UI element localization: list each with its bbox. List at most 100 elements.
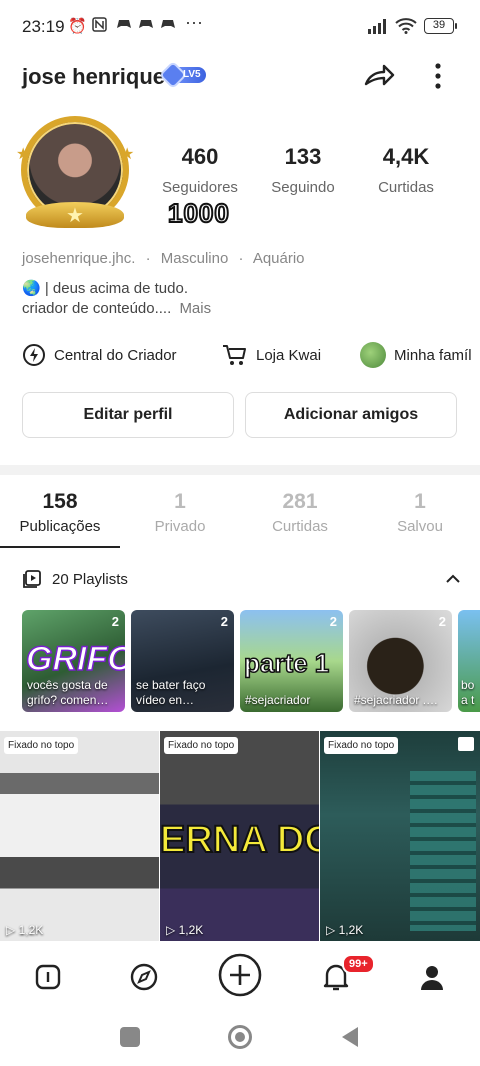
tab-label: Curtidas [272,518,328,535]
tab-count: 1 [174,490,186,513]
wifi-icon [395,17,417,39]
views-count: 1,2K [178,923,204,937]
profile-meta: josehenrique.jhc. · Masculino · Aquário [22,250,305,267]
tab-publications[interactable]: 158 Publicações [0,490,120,535]
family-avatar-icon [360,342,386,368]
tab-label: Publicações [19,518,101,535]
recents-icon[interactable] [120,1027,140,1047]
game-icon [116,17,132,35]
playlist-caption: #sejacriador [245,693,311,707]
playlist-caption: vocês gosta de grifo? comen… [27,678,109,707]
more-icon: ··· [185,12,203,32]
video-views: ▷ 1,2K [326,923,363,937]
video-thumbnail-panel [410,771,476,931]
star-icon: ★ [120,146,135,163]
handle: josehenrique.jhc. [22,250,136,267]
tab-likes[interactable]: 281 Curtidas [240,490,360,535]
playlists-title: 20 Playlists [52,570,128,588]
views-count: 1,2K [338,923,364,937]
video-views: ▷ 1,2K [166,923,203,937]
signal-icon [368,18,390,39]
tab-count: 1 [414,490,426,513]
zodiac-sign: Aquário [252,250,305,267]
share-icon [364,64,395,86]
playlist-overlay-text: parte 1 [243,647,330,679]
video-tile[interactable]: Fixado no topo ERNA DO ▷ 1,2K [160,731,319,941]
discover-icon [130,963,158,991]
playlist-tile[interactable]: 2 parte 1 #sejacriador [240,610,343,712]
playlist-tile[interactable]: bo a t [458,610,480,712]
followers-milestone-badge: 1000 [167,197,230,229]
playlist-overlay-text: GRIFO [25,639,125,679]
followers-count: 460 [181,144,219,169]
cart-icon [223,345,246,365]
stat-followers[interactable]: 460 Seguidores [150,144,255,196]
level-badge: LV5 [158,60,206,90]
avatar-frame-badge [26,202,124,228]
home-circle-icon[interactable] [228,1025,252,1049]
pinned-label: Fixado no topo [4,737,79,754]
play-icon: ▷ [326,923,339,937]
nav-home[interactable] [28,957,68,997]
family-link[interactable]: Minha famíl [360,342,472,368]
active-tab-indicator [0,546,120,548]
stat-likes[interactable]: 4,4K Curtidas [356,144,461,196]
battery-indicator: 39 [424,18,457,34]
chevron-up-icon[interactable] [444,570,462,588]
separator: · [238,250,244,267]
video-tile[interactable]: Fixado no topo ▷ 1,2K [0,731,159,941]
nav-discover[interactable] [124,957,164,997]
menu-button[interactable] [424,60,452,92]
back-icon[interactable] [340,1026,360,1053]
game-icon [160,17,176,35]
play-icon: ▷ [6,923,19,937]
playlist-tile[interactable]: 2 #sejacriador .… [349,610,452,712]
nav-create[interactable] [218,953,262,997]
video-tile[interactable]: Fixado no topo ▷ 1,2K [320,731,480,941]
image-icon [458,737,474,751]
playlists-header[interactable]: 20 Playlists [22,566,462,592]
tab-count: 158 [42,490,78,513]
share-button[interactable] [360,58,398,96]
status-bar: 23:19 ⏰ ··· 39 [0,0,480,52]
notification-badge: 99+ [342,954,375,974]
section-divider [0,465,480,475]
tab-saved[interactable]: 1 Salvou [360,490,480,535]
avatar[interactable]: ★ ★ [16,114,134,232]
creator-center-link[interactable]: Central do Criador [22,343,177,367]
kwai-shop-label: Loja Kwai [256,346,322,364]
edit-profile-button[interactable]: Editar perfil [22,392,234,438]
views-count: 1,2K [18,923,44,937]
lightning-icon [23,344,45,366]
playlist-tile[interactable]: 2 se bater faço vídeo en… [131,610,234,712]
pinned-label: Fixado no topo [324,737,399,754]
bio-more-link[interactable]: Mais [179,300,211,317]
playlist-icon [23,570,41,588]
playlist-tile[interactable]: 2 GRIFO vocês gosta de grifo? comen… [22,610,125,712]
tab-private[interactable]: 1 Privado [120,490,240,535]
game-icon [138,17,154,35]
gender: Masculino [160,250,229,267]
add-friends-button[interactable]: Adicionar amigos [245,392,457,438]
create-icon [218,953,262,997]
stat-following[interactable]: 133 Seguindo [253,144,358,196]
video-overlay-text: ERNA DO [160,818,319,862]
tab-count: 281 [282,490,318,513]
nav-profile[interactable] [412,957,452,997]
bio-text: criador de conteúdo.... [22,300,172,317]
kebab-menu-icon [435,63,441,89]
nfc-icon [92,17,107,36]
family-label: Minha famíl [394,346,472,364]
profile-icon [421,966,443,990]
pinned-label: Fixado no topo [164,737,239,754]
separator: · [145,250,151,267]
creator-center-label: Central do Criador [54,346,177,364]
playlist-count: 2 [220,614,228,629]
playlist-caption: se bater faço vídeo en… [136,678,206,707]
tab-label: Salvou [397,518,443,535]
clock: 23:19 [22,17,65,36]
kwai-shop-link[interactable]: Loja Kwai [222,343,321,367]
likes-count: 4,4K [382,144,430,169]
following-count: 133 [284,144,322,169]
followers-label: Seguidores [162,179,238,196]
